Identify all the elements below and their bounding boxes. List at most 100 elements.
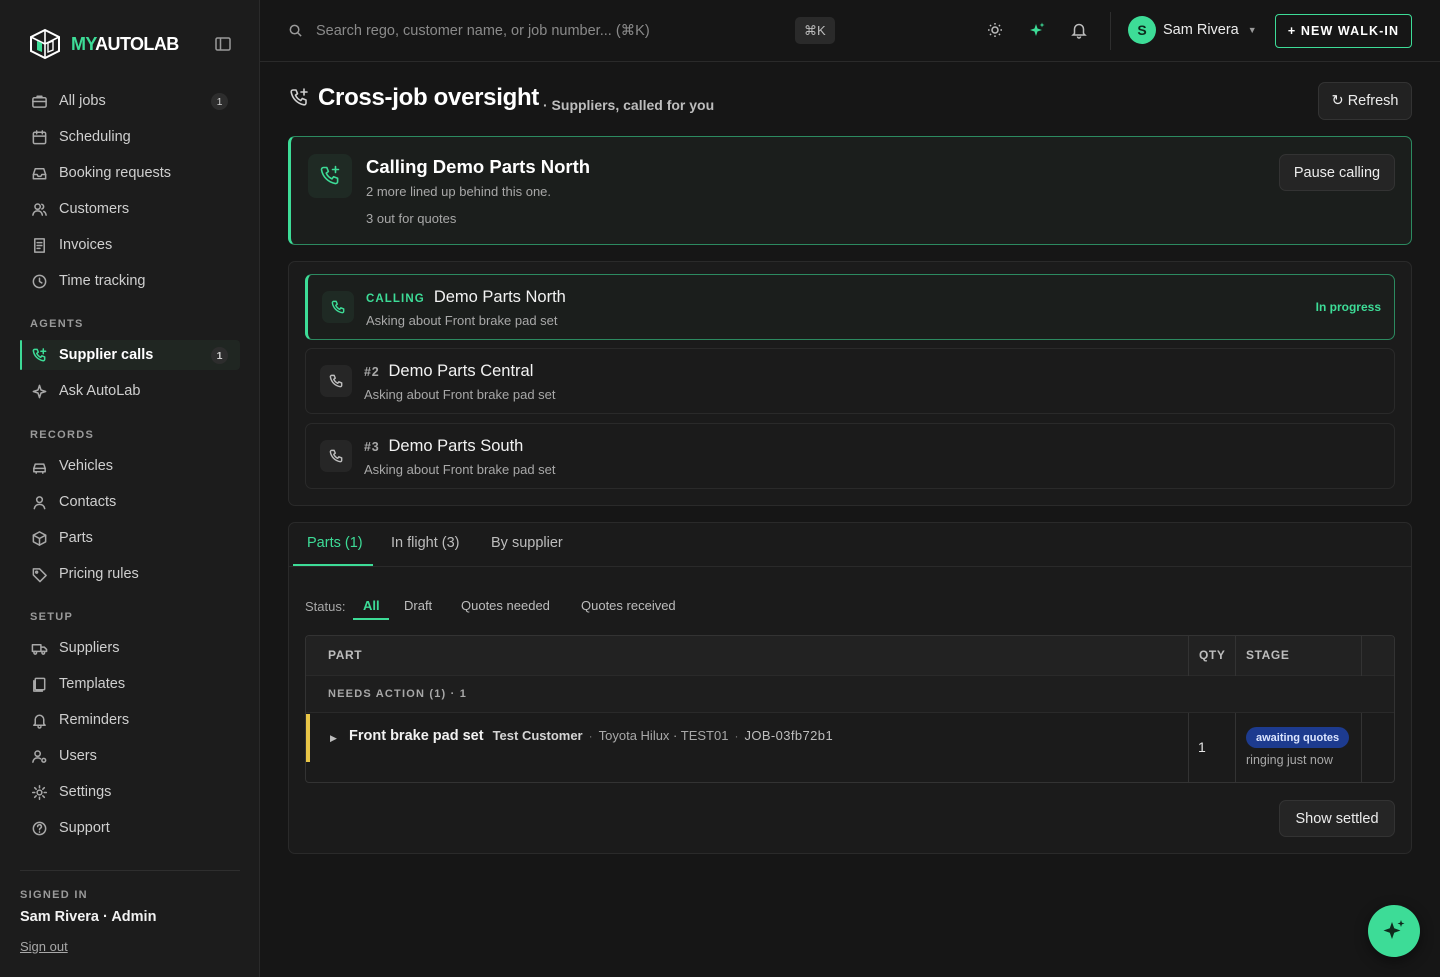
column-header-stage[interactable]: STAGE	[1246, 648, 1289, 662]
separator-dot: ·	[734, 729, 739, 743]
gear-icon	[31, 784, 48, 801]
sidebar-item-support[interactable]: Support	[20, 813, 240, 843]
sidebar-item-label: Invoices	[59, 237, 113, 253]
show-settled-button[interactable]: Show settled	[1279, 800, 1395, 837]
sidebar-item-booking-requests[interactable]: Booking requests	[20, 158, 240, 188]
nav-section-setup: SETUP	[30, 611, 74, 623]
tab-parts[interactable]: Parts (1)	[307, 535, 363, 551]
filter-quotes-needed[interactable]: Quotes needed	[461, 598, 550, 613]
tab-by-supplier[interactable]: By supplier	[491, 535, 563, 551]
active-tab-indicator	[293, 564, 373, 566]
sidebar-item-settings[interactable]: Settings	[20, 777, 240, 807]
filter-all[interactable]: All	[363, 598, 380, 613]
tab-in-flight[interactable]: In flight (3)	[391, 535, 460, 551]
count-badge: 1	[211, 347, 228, 364]
sidebar-item-ask-autolab[interactable]: Ask AutoLab	[20, 376, 240, 406]
customer-name: Test Customer	[492, 728, 583, 743]
sidebar-item-parts[interactable]: Parts	[20, 523, 240, 553]
filter-draft[interactable]: Draft	[404, 598, 432, 613]
sidebar-item-label: Users	[59, 748, 97, 764]
search-input[interactable]	[316, 17, 786, 45]
column-divider	[1361, 713, 1362, 782]
column-header-qty[interactable]: QTY	[1199, 648, 1225, 662]
phone-icon	[322, 291, 354, 323]
page-subtitle: · Suppliers, called for you	[543, 97, 715, 113]
sidebar-item-reminders[interactable]: Reminders	[20, 705, 240, 735]
brand[interactable]: MYAUTOLAB	[28, 28, 179, 60]
sidebar-item-contacts[interactable]: Contacts	[20, 487, 240, 517]
header-divider	[1110, 12, 1111, 50]
queue-item-2[interactable]: #2 Demo Parts Central Asking about Front…	[305, 348, 1395, 414]
sidebar-item-label: Reminders	[59, 712, 130, 728]
new-walk-in-button[interactable]: + NEW WALK-IN	[1275, 14, 1412, 48]
ai-sparkle-icon[interactable]	[1028, 21, 1046, 39]
filter-quotes-received[interactable]: Quotes received	[581, 598, 676, 613]
sidebar-item-label: Scheduling	[59, 129, 131, 145]
column-header-part[interactable]: PART	[328, 648, 362, 662]
sidebar-item-users[interactable]: Users	[20, 741, 240, 771]
sidebar-item-label: Supplier calls	[59, 347, 154, 363]
status-badge: awaiting quotes	[1246, 727, 1350, 748]
chevron-down-icon: ▼	[1247, 25, 1257, 35]
sidebar-toggle-icon[interactable]	[214, 35, 232, 53]
refresh-button[interactable]: ↻ Refresh	[1318, 82, 1412, 120]
sidebar-item-supplier-calls[interactable]: Supplier calls 1	[20, 340, 240, 370]
ai-assistant-fab[interactable]	[1368, 905, 1420, 957]
part-name: Front brake pad set	[349, 728, 484, 744]
parts-panel: Parts (1) In flight (3) By supplier Stat…	[288, 522, 1412, 854]
sidebar-item-label: Ask AutoLab	[59, 383, 141, 399]
stage-detail: ringing just now	[1246, 753, 1333, 767]
attention-accent-bar	[306, 714, 310, 762]
sidebar-item-label: Support	[59, 820, 110, 836]
sidebar-item-time-tracking[interactable]: Time tracking	[20, 266, 240, 296]
pause-calling-button[interactable]: Pause calling	[1279, 154, 1395, 191]
search-icon	[288, 23, 303, 38]
sidebar-item-label: Vehicles	[59, 458, 114, 474]
job-number[interactable]: JOB-03fb72b1	[744, 728, 833, 743]
table-row[interactable]: ▶ Front brake pad set Test Customer · To…	[306, 713, 1394, 782]
sign-out-link[interactable]: Sign out	[20, 939, 68, 954]
sidebar-item-label: All jobs	[59, 93, 106, 109]
sidebar-item-all-jobs[interactable]: All jobs 1	[20, 86, 240, 116]
sidebar: MYAUTOLAB All jobs 1 Scheduling Booking …	[0, 0, 260, 977]
bell-icon	[31, 712, 48, 729]
column-divider	[1188, 713, 1189, 782]
phone-plus-icon	[288, 87, 310, 109]
theme-toggle-sun-icon[interactable]	[986, 21, 1004, 39]
nav-section-records: RECORDS	[30, 429, 95, 441]
supplier-name: Demo Parts Central	[388, 362, 534, 380]
group-header-needs-action[interactable]: NEEDS ACTION (1) · 1	[306, 676, 1394, 713]
sparkle-icon	[1381, 918, 1407, 944]
sidebar-item-label: Settings	[59, 784, 112, 800]
expand-row-icon[interactable]: ▶	[330, 733, 337, 744]
sidebar-item-label: Time tracking	[59, 273, 146, 289]
call-subject: Asking about Front brake pad set	[366, 313, 558, 328]
page-title: Cross-job oversight	[318, 84, 539, 111]
supplier-name: Demo Parts South	[388, 437, 524, 455]
brand-name: MYAUTOLAB	[71, 33, 179, 54]
user-menu[interactable]: S Sam Rivera ▼	[1128, 16, 1257, 44]
queue-item-3[interactable]: #3 Demo Parts South Asking about Front b…	[305, 423, 1395, 489]
sidebar-item-invoices[interactable]: Invoices	[20, 230, 240, 260]
notifications-bell-icon[interactable]	[1070, 21, 1088, 39]
column-divider	[1188, 636, 1189, 676]
users-icon	[31, 201, 48, 218]
sidebar-item-scheduling[interactable]: Scheduling	[20, 122, 240, 152]
tag-icon	[31, 566, 48, 583]
sidebar-item-pricing-rules[interactable]: Pricing rules	[20, 559, 240, 589]
supplier-name: Demo Parts North	[433, 288, 566, 306]
sidebar-item-label: Contacts	[59, 494, 117, 510]
sparkle-icon	[31, 383, 48, 400]
column-divider	[1235, 713, 1236, 782]
box-icon	[31, 530, 48, 547]
sidebar-item-label: Suppliers	[59, 640, 120, 656]
queue-position: #2	[364, 365, 380, 379]
autolab-logo-icon	[28, 28, 62, 60]
nav-section-agents: AGENTS	[30, 318, 84, 330]
sidebar-item-vehicles[interactable]: Vehicles	[20, 451, 240, 481]
sidebar-item-customers[interactable]: Customers	[20, 194, 240, 224]
parts-table: PART QTY STAGE NEEDS ACTION (1) · 1 ▶ Fr…	[305, 635, 1395, 783]
sidebar-item-templates[interactable]: Templates	[20, 669, 240, 699]
sidebar-item-suppliers[interactable]: Suppliers	[20, 633, 240, 663]
queue-item-calling[interactable]: CALLING Demo Parts North Asking about Fr…	[305, 274, 1395, 340]
